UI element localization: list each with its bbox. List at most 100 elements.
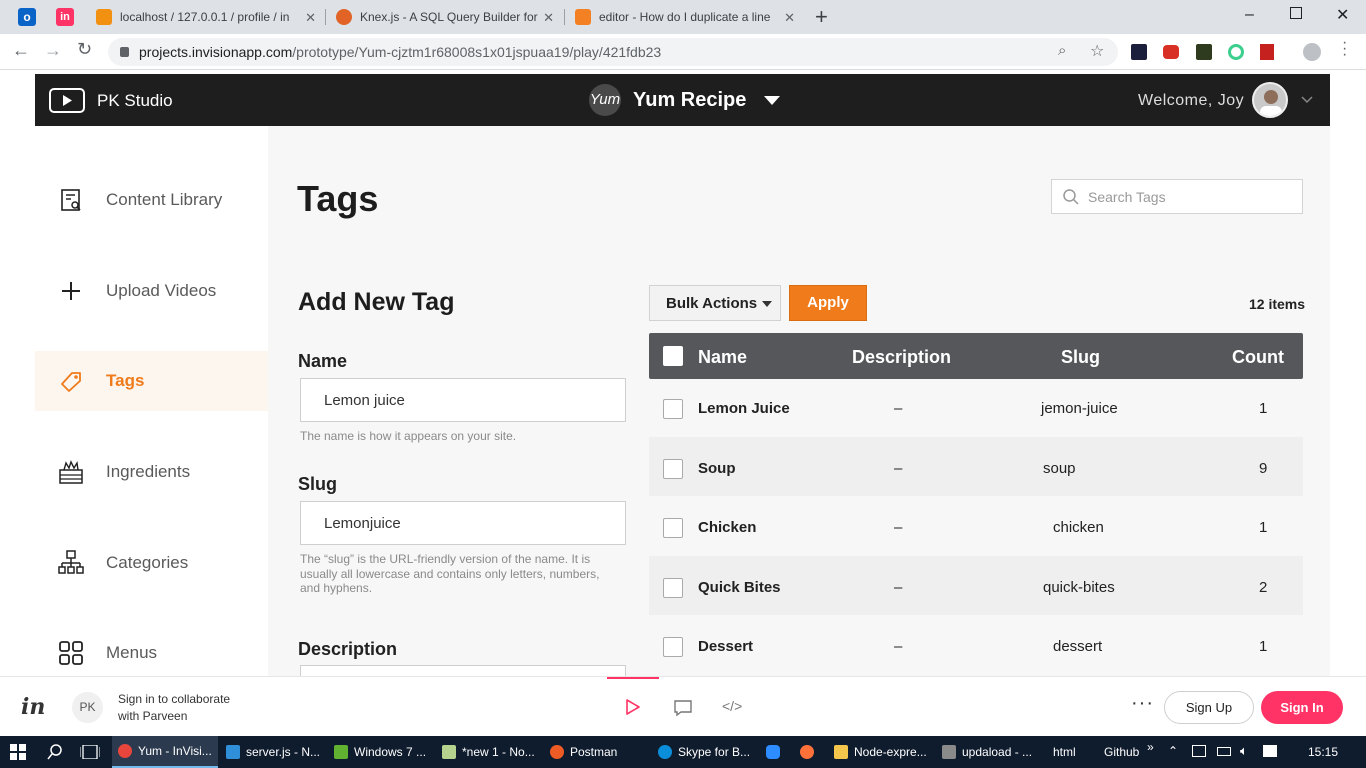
menu-icon[interactable]: · · · bbox=[1342, 35, 1347, 63]
bookmark-star-icon[interactable]: ☆ bbox=[1090, 41, 1104, 61]
search-icon[interactable] bbox=[47, 744, 63, 760]
maximize-icon[interactable] bbox=[1290, 7, 1302, 19]
chrome-icon bbox=[118, 744, 132, 758]
taskbar-item-postman[interactable]: Postman bbox=[544, 736, 650, 768]
name-field[interactable]: Lemon juice bbox=[300, 378, 626, 422]
taskbar-item-node-express[interactable]: Node-expre... bbox=[828, 736, 934, 768]
taskbar-item-vscode[interactable]: server.js - N... bbox=[220, 736, 326, 768]
zoom-app-icon[interactable] bbox=[766, 745, 780, 759]
apply-button[interactable]: Apply bbox=[789, 285, 867, 321]
column-description[interactable]: Description bbox=[852, 347, 951, 368]
avatar[interactable] bbox=[1252, 82, 1288, 118]
browser-tab-stackoverflow[interactable]: editor - How do I duplicate a line ✕ bbox=[565, 0, 805, 34]
sidebar-item-ingredients[interactable]: Ingredients bbox=[35, 442, 268, 502]
taskbar-github-toolbar[interactable]: Github bbox=[1104, 745, 1139, 759]
zoom-icon[interactable]: ⌕ bbox=[1058, 42, 1066, 59]
form-heading: Add New Tag bbox=[298, 288, 455, 316]
row-checkbox[interactable] bbox=[663, 578, 683, 598]
taskbar-item-notepad[interactable]: *new 1 - No... bbox=[436, 736, 542, 768]
code-icon[interactable]: </> bbox=[722, 698, 742, 714]
row-count: 2 bbox=[1259, 579, 1268, 596]
notification-icon[interactable] bbox=[1263, 745, 1277, 757]
row-checkbox[interactable] bbox=[663, 518, 683, 538]
address-bar[interactable]: projects.invisionapp.com/prototype/Yum-c… bbox=[108, 38, 1118, 66]
minimize-icon[interactable]: – bbox=[1245, 6, 1254, 24]
close-tab-icon[interactable]: ✕ bbox=[305, 10, 316, 26]
comment-icon[interactable] bbox=[674, 699, 692, 717]
sidebar-item-upload-videos[interactable]: Upload Videos bbox=[35, 261, 268, 321]
extension-icon[interactable] bbox=[1196, 44, 1212, 60]
name-help: The name is how it appears on your site. bbox=[300, 429, 517, 443]
vscode-icon bbox=[226, 745, 240, 759]
taskbar-item-skype[interactable]: Skype for B... bbox=[652, 736, 758, 768]
column-slug[interactable]: Slug bbox=[1061, 347, 1100, 368]
extension-icon[interactable] bbox=[1163, 45, 1179, 59]
browser-tab-knex[interactable]: Knex.js - A SQL Query Builder for ✕ bbox=[326, 0, 564, 34]
table-row[interactable]: Chicken – chicken 1 bbox=[649, 496, 1303, 555]
table-row[interactable]: Soup – soup 9 bbox=[649, 437, 1303, 496]
slug-field[interactable]: Lemonjuice bbox=[300, 501, 626, 545]
table-row[interactable]: Quick Bites – quick-bites 2 bbox=[649, 556, 1303, 615]
volume-icon[interactable]: 🔈︎ bbox=[1240, 743, 1248, 759]
row-checkbox[interactable] bbox=[663, 637, 683, 657]
bulk-actions-select[interactable]: Bulk Actions bbox=[649, 285, 781, 321]
row-checkbox[interactable] bbox=[663, 399, 683, 419]
row-description: – bbox=[894, 519, 903, 536]
extension-icon[interactable] bbox=[1260, 44, 1274, 60]
row-count: 9 bbox=[1259, 460, 1268, 477]
more-icon[interactable]: ··· bbox=[1131, 692, 1154, 715]
sidebar-item-content-library[interactable]: Content Library bbox=[35, 170, 268, 230]
back-icon[interactable]: ← bbox=[12, 40, 30, 61]
close-window-icon[interactable]: ✕ bbox=[1336, 5, 1349, 25]
description-field[interactable] bbox=[300, 665, 626, 676]
profile-icon[interactable] bbox=[1303, 43, 1321, 61]
forward-icon[interactable]: → bbox=[44, 40, 62, 61]
chevron-down-icon[interactable] bbox=[1301, 96, 1313, 104]
table-row[interactable]: Dessert – dessert 1 bbox=[649, 615, 1303, 674]
main-content: Tags Search Tags Add New Tag Name Lemon … bbox=[268, 126, 1330, 676]
search-input[interactable]: Search Tags bbox=[1051, 179, 1303, 214]
browser-tab-phpmyadmin[interactable]: localhost / 127.0.0.1 / profile / in ✕ bbox=[86, 0, 326, 34]
tray-chevron-up-icon[interactable]: ⌃ bbox=[1168, 744, 1178, 758]
row-checkbox[interactable] bbox=[663, 459, 683, 479]
close-tab-icon[interactable]: ✕ bbox=[543, 10, 554, 26]
outlook-icon[interactable]: o bbox=[18, 8, 36, 26]
play-logo-icon[interactable] bbox=[49, 88, 85, 113]
network-icon[interactable] bbox=[1192, 745, 1206, 757]
taskbar-item-updaload[interactable]: updaload - ... bbox=[936, 736, 1042, 768]
chevron-down-icon[interactable] bbox=[764, 96, 780, 106]
column-name[interactable]: Name bbox=[698, 347, 747, 368]
reload-icon[interactable]: ↻ bbox=[77, 39, 92, 60]
select-all-checkbox[interactable] bbox=[663, 346, 683, 366]
chevron-icon[interactable]: » bbox=[1147, 740, 1154, 754]
close-tab-icon[interactable]: ✕ bbox=[784, 10, 795, 26]
clock[interactable]: 15:15 bbox=[1308, 745, 1338, 759]
sidebar-item-menus[interactable]: Menus bbox=[35, 623, 268, 683]
slug-help: The “slug” is the URL-friendly version o… bbox=[300, 552, 600, 595]
row-name: Chicken bbox=[698, 519, 757, 536]
play-icon[interactable] bbox=[625, 699, 641, 715]
taskbar-item-windows7[interactable]: Windows 7 ... bbox=[328, 736, 434, 768]
sign-in-button[interactable]: Sign In bbox=[1261, 691, 1343, 724]
sidebar-item-tags[interactable]: Tags bbox=[35, 351, 268, 411]
stackoverflow-icon bbox=[575, 9, 591, 25]
invision-logo[interactable]: in bbox=[21, 694, 45, 720]
column-count[interactable]: Count bbox=[1232, 347, 1284, 368]
extension-icon[interactable] bbox=[1228, 44, 1244, 60]
taskbar-item-chrome[interactable]: Yum - InVisi... bbox=[112, 736, 218, 768]
extension-icon[interactable] bbox=[1131, 44, 1147, 60]
firefox-icon[interactable] bbox=[800, 745, 814, 759]
app-name[interactable]: Yum Recipe bbox=[633, 89, 746, 112]
app-logo[interactable]: Yum bbox=[589, 84, 621, 116]
windows-start-icon[interactable] bbox=[10, 744, 26, 760]
taskbar-html-toolbar[interactable]: html bbox=[1053, 745, 1076, 759]
sign-up-button[interactable]: Sign Up bbox=[1164, 691, 1254, 724]
row-name: Dessert bbox=[698, 638, 754, 655]
table-row[interactable]: Lemon Juice – jemon-juice 1 bbox=[649, 379, 1303, 438]
new-tab-icon[interactable]: + bbox=[815, 4, 828, 30]
sidebar-item-categories[interactable]: Categories bbox=[35, 533, 268, 593]
battery-icon[interactable] bbox=[1217, 747, 1231, 756]
task-view-icon[interactable] bbox=[80, 745, 100, 759]
row-slug: soup bbox=[1043, 460, 1076, 477]
invision-tab-icon[interactable]: in bbox=[56, 8, 74, 26]
